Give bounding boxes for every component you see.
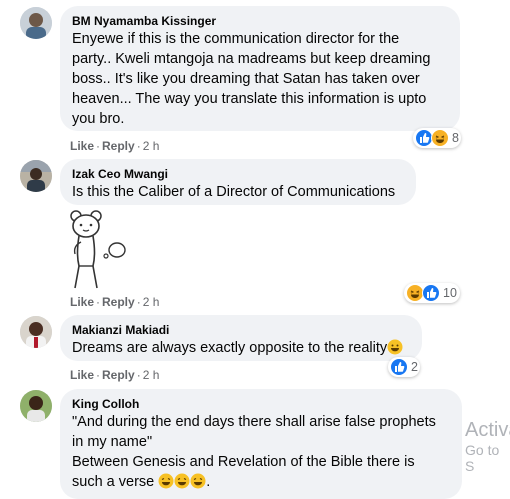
like-button[interactable]: Like <box>70 139 94 153</box>
comment-bubble: BM Nyamamba Kissinger Enyewe if this is … <box>60 6 460 131</box>
comment-line: heaven... The way you translate this inf… <box>72 91 427 107</box>
reaction-summary[interactable]: 8 <box>413 128 461 148</box>
grinning-emoji-icon <box>174 473 190 495</box>
avatar[interactable] <box>20 7 52 39</box>
reply-button[interactable]: Reply <box>102 368 135 382</box>
like-reaction-icon <box>422 284 440 302</box>
haha-reaction-icon <box>431 129 449 147</box>
comment-text: Enyewe if this is the communication dire… <box>72 29 448 129</box>
grinning-emoji-icon <box>190 473 206 495</box>
comment-line: Between Genesis and Revelation of the Bi… <box>72 454 415 470</box>
reaction-count: 8 <box>452 131 459 145</box>
like-button[interactable]: Like <box>70 295 94 309</box>
comment-actions: Like · Reply · 2 h <box>70 294 159 310</box>
separator: · <box>136 139 141 153</box>
separator: · <box>96 368 101 382</box>
reply-button[interactable]: Reply <box>102 295 135 309</box>
comment-text: Dreams are always exactly opposite to th… <box>72 338 410 361</box>
activate-windows-subtext: Go to S <box>465 442 500 474</box>
comment-line-text: such a verse <box>72 474 155 490</box>
comment-trailing-text: . <box>206 474 211 490</box>
like-button[interactable]: Like <box>70 368 94 382</box>
comment-actions: Like · Reply · 2 h <box>70 138 159 154</box>
avatar[interactable] <box>20 316 52 348</box>
reaction-summary[interactable]: 2 <box>388 357 420 377</box>
comment-timestamp[interactable]: 2 h <box>143 139 160 153</box>
comment-bubble: King Colloh "And during the end days the… <box>60 389 462 499</box>
reaction-summary[interactable]: 10 <box>404 283 460 303</box>
comment-text: "And during the end days there shall ari… <box>72 412 450 495</box>
reaction-count: 10 <box>443 286 457 300</box>
comment-bubble: Makianzi Makiadi Dreams are always exact… <box>60 315 422 361</box>
avatar-image <box>20 316 52 348</box>
comment-author[interactable]: Makianzi Makiadi <box>72 322 410 338</box>
avatar[interactable] <box>20 160 52 192</box>
thinking-bear-sticker[interactable] <box>62 208 132 292</box>
comment-line: in my name" <box>72 434 153 450</box>
activate-windows-watermark: Activa <box>465 419 510 441</box>
reply-button[interactable]: Reply <box>102 139 135 153</box>
comment-author[interactable]: King Colloh <box>72 396 450 412</box>
avatar-image <box>20 7 52 39</box>
comment-line: such a verse . <box>72 472 450 495</box>
comment-author[interactable]: BM Nyamamba Kissinger <box>72 13 448 29</box>
avatar[interactable] <box>20 390 52 422</box>
comment-timestamp[interactable]: 2 h <box>143 368 160 382</box>
comment-author[interactable]: Izak Ceo Mwangi <box>72 166 404 182</box>
comment-line: party.. Kweli mtangoja na madreams but k… <box>72 51 431 67</box>
comment-bubble: Izak Ceo Mwangi Is this the Caliber of a… <box>60 159 416 205</box>
grinning-emoji-icon <box>158 473 174 495</box>
comment-actions: Like · Reply · 2 h <box>70 367 159 383</box>
comment-text: Is this the Caliber of a Director of Com… <box>72 184 396 200</box>
like-reaction-icon <box>390 358 408 376</box>
comment-line: boss.. It's like you dreaming that Satan… <box>72 71 420 87</box>
separator: · <box>136 295 141 309</box>
comment-timestamp[interactable]: 2 h <box>143 295 160 309</box>
comment-line: "And during the end days there shall ari… <box>72 414 436 430</box>
avatar-image <box>20 160 52 192</box>
separator: · <box>96 295 101 309</box>
separator: · <box>96 139 101 153</box>
comment-line: you bro. <box>72 111 125 127</box>
separator: · <box>136 368 141 382</box>
avatar-image <box>20 390 52 422</box>
comment-line: Dreams are always exactly opposite to th… <box>72 340 388 356</box>
reaction-count: 2 <box>411 360 418 374</box>
comment-line: Enyewe if this is the communication dire… <box>72 31 400 47</box>
